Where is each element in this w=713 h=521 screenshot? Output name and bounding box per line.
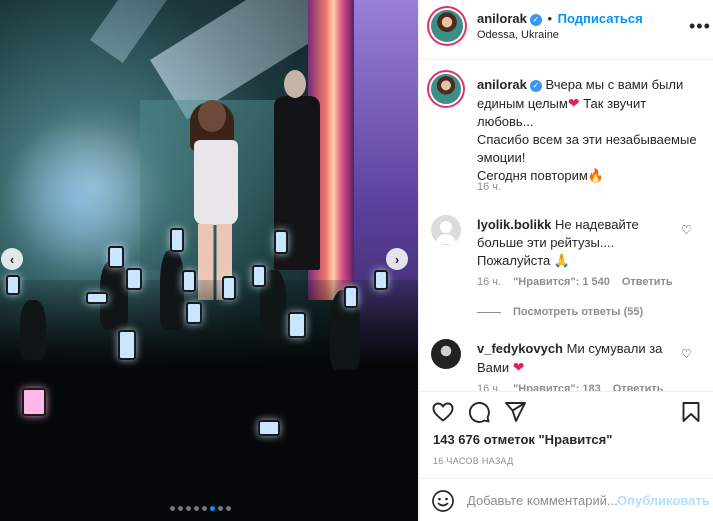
post-header: anilorak ✓ • Подписаться Odessa, Ukraine … [419,0,713,60]
comment-text: v_fedykovych Ми сумували за Вами ❤ [477,340,677,377]
comment-time[interactable]: 16 ч. [477,383,501,391]
carousel-dot [202,506,207,511]
crowd-phone [252,265,266,287]
caption-username[interactable]: anilorak [477,77,527,92]
comment-time[interactable]: 16 ч. [477,276,501,288]
comment-icon[interactable] [467,400,491,424]
more-options-icon[interactable]: ••• [689,16,711,37]
posted-time[interactable]: 16 ЧАСОВ НАЗАД [433,456,514,466]
author-avatar[interactable] [431,10,463,42]
heart-emoji-icon: ❤ [567,95,580,111]
comment-likes-count[interactable]: "Нравится": 1 540 [513,276,610,288]
crowd-phone [22,388,46,416]
comment-like-heart-icon[interactable]: ♡ [681,223,692,237]
comment-avatar[interactable] [431,215,461,245]
carousel-indicator [170,506,231,511]
instagram-post-view: ‹ › anilorak ✓ • Подписаться Odessa, Ukra… [0,0,713,521]
author-line: anilorak ✓ • Подписаться [477,11,643,26]
chevron-right-icon: › [394,251,400,267]
likes-count[interactable]: 143 676 отметок "Нравится" [433,432,612,447]
comment-likes-count[interactable]: "Нравится": 183 [513,383,601,391]
crowd-hand [160,250,184,330]
comments-section[interactable]: anilorak ✓ Вчера мы с вами были единым це… [419,61,713,391]
crowd-phone [258,420,280,436]
crowd-phone [126,268,142,290]
verified-badge-icon: ✓ [529,79,542,92]
crowd-phone [6,275,20,295]
comment-avatar[interactable] [431,339,461,369]
post-actions-bar [419,391,713,431]
carousel-prev-button[interactable]: ‹ [1,248,23,270]
caption-line: единым целым [477,96,568,111]
comment-like-heart-icon[interactable]: ♡ [681,347,692,361]
caption-line: Вчера мы с вами были [545,77,684,92]
crowd-phone [86,292,108,304]
crowd-hand [20,300,46,360]
crowd-phone [186,302,202,324]
chevron-left-icon: ‹ [9,251,15,267]
heart-icon[interactable] [431,400,455,424]
caption-line: Спасибо всем за эти незабываемые [477,132,697,147]
follow-button[interactable]: Подписаться [558,11,643,26]
caption-line: любовь... [477,114,534,129]
pray-emoji-icon: 🙏 [553,253,571,268]
add-comment-bar: Опубликовать [419,478,713,521]
bookmark-icon[interactable] [679,400,703,424]
carousel-dot [170,506,175,511]
comment-username[interactable]: lyolik.bolikk [477,217,551,232]
emoji-picker-icon[interactable] [431,489,455,513]
crowd-phone [182,270,196,292]
view-replies-label: Посмотреть ответы (55) [513,306,644,318]
carousel-dot [186,506,191,511]
carousel-dot [194,506,199,511]
replies-divider [477,311,501,313]
caption-line: эмоции! [477,150,526,165]
author-username[interactable]: anilorak [477,11,527,26]
carousel-dot [178,506,183,511]
crowd-phone [344,286,358,308]
crowd-phone [222,276,236,300]
crowd-phone [170,228,184,252]
caption-text: anilorak ✓ Вчера мы с вами были единым це… [477,76,702,185]
crowd-phone [374,270,388,290]
lead-singer [188,100,248,300]
reply-button[interactable]: Ответить [622,276,673,288]
caption-avatar[interactable] [431,74,461,104]
crowd-phone [288,312,306,338]
crowd-phone [118,330,136,360]
crowd-phone [108,246,124,268]
heart-emoji-icon: ❤ [512,359,525,375]
comment-username[interactable]: v_fedykovych [477,341,563,356]
carousel-dot [226,506,231,511]
comment-meta: 16 ч. "Нравится": 183 Ответить [477,383,664,391]
verified-badge-icon: ✓ [529,13,542,26]
share-icon[interactable] [503,400,527,424]
caption-line: Так звучит [583,96,647,111]
view-replies-button[interactable]: Посмотреть ответы (55) [477,306,643,318]
post-photo[interactable]: ‹ › [0,0,418,521]
post-location[interactable]: Odessa, Ukraine [477,29,559,41]
carousel-next-button[interactable]: › [386,248,408,270]
header-separator: • [547,11,553,26]
post-side-panel: anilorak ✓ • Подписаться Odessa, Ukraine … [418,0,713,521]
comment-meta: 16 ч. "Нравится": 1 540 Ответить [477,276,673,288]
reply-button[interactable]: Ответить [613,383,664,391]
publish-button[interactable]: Опубликовать [617,493,710,508]
carousel-dot [218,506,223,511]
caption-time[interactable]: 16 ч. [477,181,501,193]
fire-emoji-icon: 🔥 [587,168,604,183]
comment-input[interactable] [467,490,617,510]
stage-light-glow [0,120,160,280]
crowd-phone [274,230,288,254]
comment-text: lyolik.bolikk Не надевайте больше эти ре… [477,216,677,270]
carousel-dot [210,506,215,511]
